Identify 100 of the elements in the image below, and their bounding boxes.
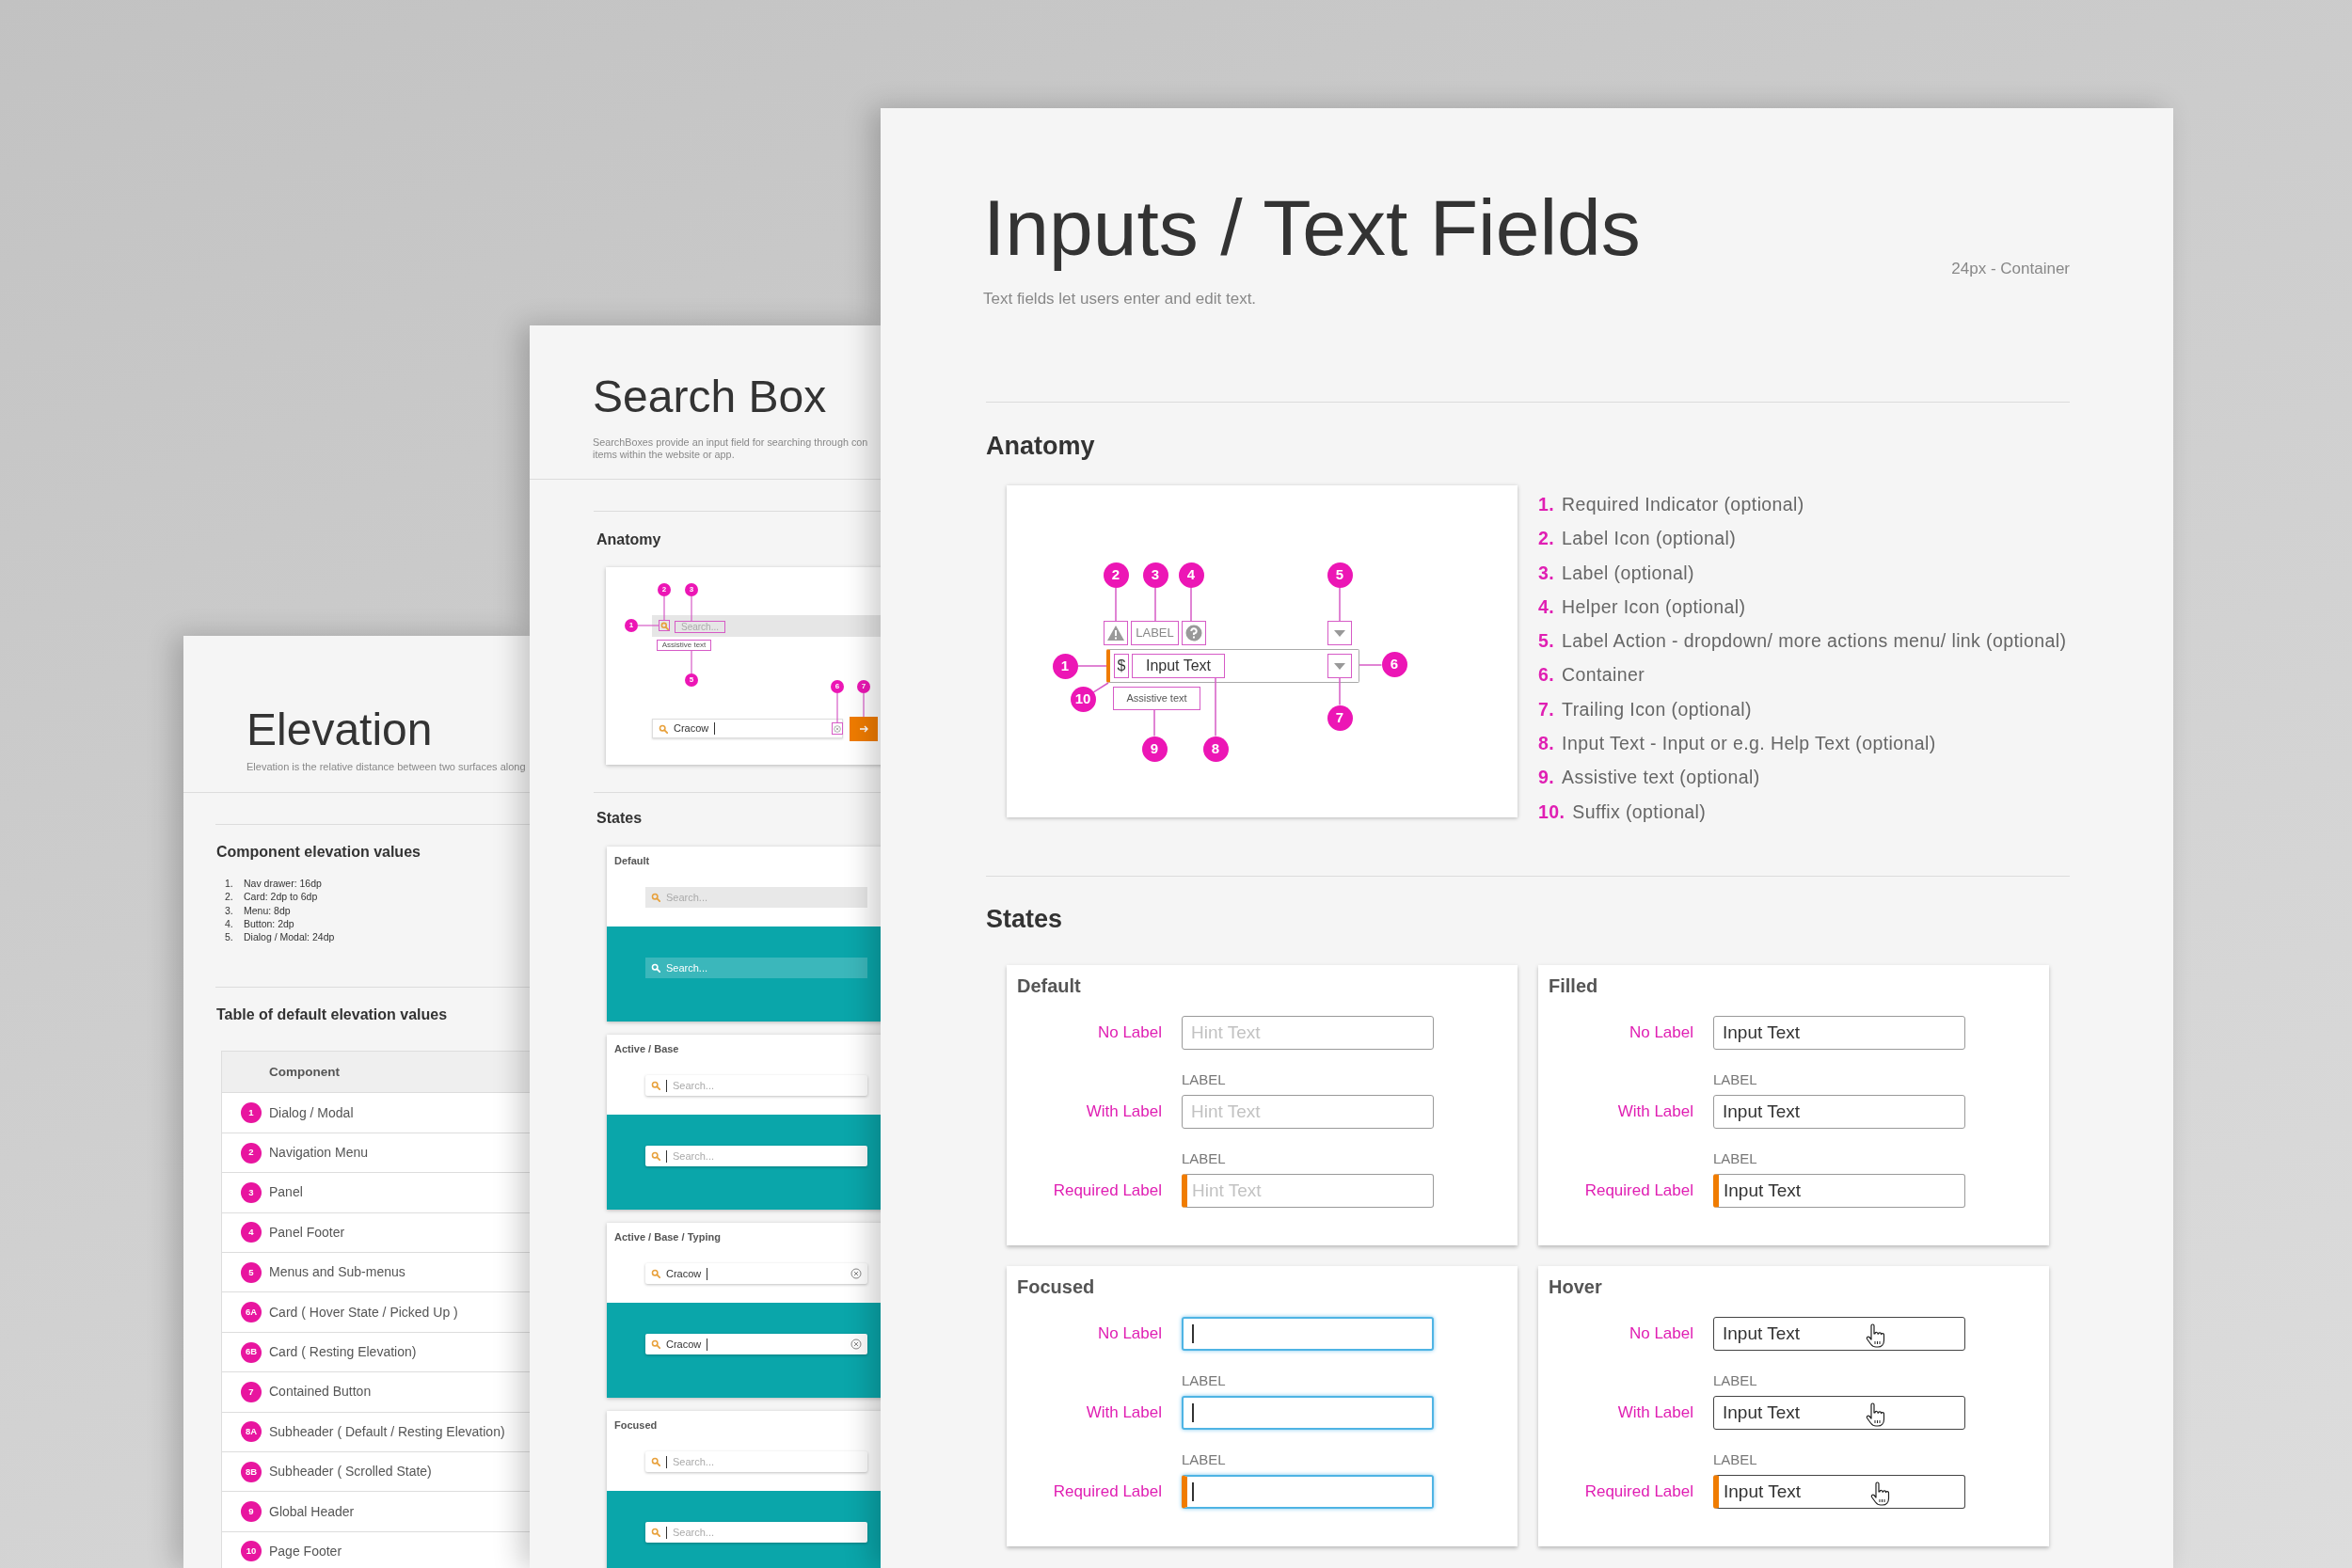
search-icon	[659, 723, 668, 734]
field-label: LABEL	[1182, 1450, 1227, 1468]
field-caption: Required Label	[1052, 1481, 1162, 1502]
search-field[interactable]: Cracow	[645, 1334, 867, 1354]
search-field[interactable]: Cracow	[645, 1263, 867, 1284]
arrow-icon	[859, 724, 868, 734]
assistive-text: Assistive text	[657, 640, 711, 651]
callout-number: 7	[857, 680, 870, 693]
field-label: LABEL	[1182, 1070, 1227, 1088]
card-title: Focused	[613, 1418, 659, 1433]
page-title: Search Box	[593, 374, 828, 420]
text-field[interactable]: Input Text	[1713, 1015, 1965, 1050]
legend-item: 5. Label Action - dropdown/ more actions menu/ link (optional)	[1538, 629, 2067, 654]
leader-line	[836, 692, 838, 723]
page-title: Elevation	[246, 707, 434, 752]
leader-line	[1215, 677, 1216, 737]
search-icon	[651, 1528, 660, 1537]
number-badge: 8B	[241, 1461, 262, 1482]
table-cell-text: Card ( Hover State / Picked Up )	[269, 1303, 458, 1322]
clear-icon	[832, 722, 843, 735]
callout-number: 6	[1381, 651, 1407, 677]
page-description: Text fields let users enter and edit text.	[983, 290, 1258, 309]
leader-line	[1359, 664, 1383, 666]
leader-line	[691, 650, 692, 674]
callout-number: 7	[1327, 705, 1353, 731]
table-cell-text: Navigation Menu	[269, 1144, 369, 1163]
legend-item: 9. Assistive text (optional)	[1538, 766, 1761, 790]
text-field[interactable]: Input Text	[1713, 1094, 1965, 1129]
field-label: LABEL	[1182, 1371, 1227, 1389]
callout-number: 2	[658, 583, 671, 596]
leader-line	[1339, 586, 1341, 622]
callout-number: 8	[1202, 736, 1229, 762]
caret-icon	[1327, 621, 1352, 645]
callout-number: 5	[685, 673, 698, 687]
number-badge: 10	[241, 1541, 262, 1562]
callout-number: 1	[625, 619, 638, 632]
table-cell-text: Subheader ( Scrolled State)	[269, 1463, 432, 1481]
card-title: Hover	[1548, 1275, 1603, 1298]
section-heading: Anatomy	[596, 531, 662, 549]
text-field[interactable]	[1182, 1316, 1434, 1351]
card-title: Focused	[1016, 1275, 1096, 1298]
card-title: Active / Base / Typing	[613, 1230, 722, 1244]
legend-item: 10. Suffix (optional)	[1538, 800, 1708, 824]
number-badge: 5	[241, 1261, 262, 1283]
page-description: Elevation is the relative distance between two surfaces along	[246, 760, 527, 773]
number-badge: 2	[241, 1142, 262, 1164]
search-field[interactable]: Cracow	[652, 719, 843, 738]
field-caption: Required Label	[1583, 1481, 1693, 1502]
search-icon	[651, 1269, 660, 1278]
table-cell-text: Menus and Sub-menus	[269, 1263, 405, 1282]
table-cell-text: Contained Button	[269, 1383, 372, 1402]
field-label: LABEL	[1713, 1149, 1758, 1167]
search-button[interactable]	[850, 717, 878, 741]
callout-number: 4	[1178, 562, 1204, 588]
callout-number: 2	[1103, 562, 1129, 588]
card-title: Default	[1016, 974, 1082, 997]
table-cell-text: Panel Footer	[269, 1223, 345, 1242]
legend-item: 8. Input Text - Input or e.g. Help Text (optional)	[1538, 732, 1937, 756]
search-icon	[651, 963, 660, 973]
leader-line	[1153, 709, 1155, 737]
legend-item: 3. Label (optional)	[1538, 561, 1695, 585]
text-field[interactable]: Input Text	[1713, 1173, 1965, 1208]
assistive-text: Assistive text	[1113, 687, 1200, 710]
field-caption: No Label	[1628, 1022, 1693, 1043]
search-icon	[651, 1081, 660, 1090]
number-badge: 3	[241, 1181, 262, 1203]
clear-icon	[850, 1338, 862, 1350]
number-badge: 1	[241, 1102, 262, 1124]
caret-icon	[1327, 654, 1352, 678]
list-item: 2. Card: 2dp to 6dp	[225, 890, 319, 904]
text-field[interactable]: Input Text	[1713, 1395, 1965, 1430]
search-icon	[651, 893, 660, 902]
table-cell-text: Card ( Resting Elevation)	[269, 1343, 417, 1361]
search-icon	[651, 1151, 660, 1161]
number-badge: 6A	[241, 1302, 262, 1323]
field-label: LABEL	[1182, 1149, 1227, 1167]
field-label: LABEL	[1713, 1070, 1758, 1088]
section-heading: Component elevation values	[216, 843, 421, 862]
text-field[interactable]	[1182, 1395, 1434, 1430]
list-item: 5. Dialog / Modal: 24dp	[225, 930, 336, 944]
column-header: Component	[222, 1052, 530, 1093]
clear-icon	[850, 1268, 862, 1279]
section-heading: Table of default elevation values	[216, 1006, 449, 1025]
callout-number: 9	[1141, 736, 1168, 762]
field-caption: With Label	[1085, 1402, 1162, 1423]
callout-number: 5	[1327, 562, 1353, 588]
page-description: SearchBoxes provide an input field for searching through con items within the website or app.	[593, 436, 869, 461]
field-label: LABEL	[1713, 1371, 1758, 1389]
number-badge: 7	[241, 1381, 262, 1402]
card-title: Filled	[1548, 974, 1599, 997]
text-field[interactable]	[1182, 1474, 1434, 1509]
callout-number: 6	[831, 680, 844, 693]
leader-line	[663, 595, 665, 621]
text-field[interactable]: Input Text	[1713, 1316, 1965, 1351]
text-field[interactable]: Input Text	[1713, 1474, 1965, 1509]
legend-item: 4. Helper Icon (optional)	[1538, 594, 1747, 619]
section-heading: States	[596, 809, 644, 828]
list-item: 1. Nav drawer: 16dp	[225, 877, 323, 891]
callout-number: 1	[1052, 653, 1078, 679]
search-icon	[651, 1457, 660, 1466]
